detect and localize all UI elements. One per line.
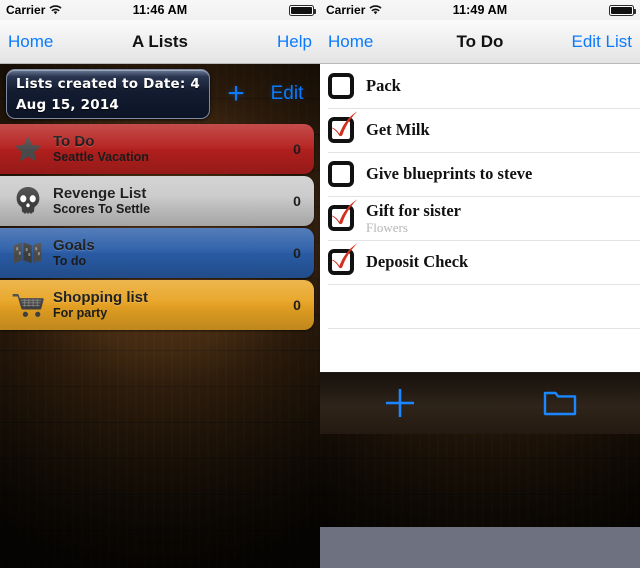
edit-lists-button[interactable]: Edit [262,83,312,105]
wifi-icon [49,5,62,15]
lists-created-badge: Lists created to Date: 4 Aug 15, 2014 [6,69,210,119]
lists-created-count-line: Lists created to Date: 4 [16,76,200,92]
dual-screenshot: Carrier 11:46 AM Home A Lists Help Lists… [0,0,640,568]
list-row-title: To Do [53,133,95,150]
check-mark-icon [332,243,358,269]
list-row-title: Goals [53,237,95,254]
list-row-count: 0 [293,141,301,157]
lists-toolbar: Lists created to Date: 4 Aug 15, 2014 + … [0,64,320,124]
list-row-text: Revenge List Scores To Settle [48,185,280,217]
battery-full-icon [289,4,316,16]
status-bar-time: 11:46 AM [132,3,188,17]
home-button-left[interactable]: Home [8,32,94,52]
list-row-subtitle: To do [53,254,87,268]
task-row[interactable]: Pack [320,64,640,108]
task-text: Get Milk [358,121,640,139]
status-bar-left: Carrier 11:46 AM [0,0,320,20]
task-title: Get Milk [366,121,430,139]
status-bar-time-right: 11:49 AM [452,3,508,17]
help-button[interactable]: Help [226,32,312,52]
nav-bar-left: Home A Lists Help [0,20,320,64]
task-title: Give blueprints to steve [366,165,533,183]
task-subtitle: Flowers [366,219,408,235]
status-bar-right-group [222,4,316,16]
list-row-subtitle: Scores To Settle [53,202,151,216]
left-panel-a-lists: Carrier 11:46 AM Home A Lists Help Lists… [0,0,320,568]
page-title-right: To Do [456,31,504,51]
task-row-empty[interactable] [320,284,640,328]
list-row-count: 0 [293,297,301,313]
battery-full-icon-right [609,4,636,16]
task-text: Give blueprints to steve [358,165,640,183]
map-icon [8,236,48,270]
list-row[interactable]: Revenge List Scores To Settle 0 [0,176,314,226]
page-title-left: A Lists [131,31,189,51]
check-mark-icon [332,111,358,137]
checkbox-checked[interactable] [328,199,358,233]
status-bar-right-group-right [542,4,636,16]
lists-container: To Do Seattle Vacation 0 Revenge List Scores… [0,124,320,330]
list-row-text: To Do Seattle Vacation [48,133,280,165]
list-row[interactable]: To Do Seattle Vacation 0 [0,124,314,174]
check-mark-icon [332,199,358,225]
carrier-label-right: Carrier [326,3,366,17]
star-icon [8,132,48,166]
task-row[interactable]: Gift for sister Flowers [320,196,640,240]
edit-list-button[interactable]: Edit List [546,32,632,52]
list-row-title: Shopping list [53,289,148,306]
add-task-button[interactable] [320,386,480,420]
shopping-cart-icon [8,288,48,322]
list-row-title: Revenge List [53,185,147,202]
list-row[interactable]: Goals To do 0 [0,228,314,278]
nav-bar-right: Home To Do Edit List [320,20,640,64]
bottom-toolbar [320,372,640,434]
plus-icon [383,386,417,420]
list-row[interactable]: Shopping list For party 0 [0,280,314,330]
wifi-icon-right [369,5,382,15]
checkbox-checked[interactable] [328,111,358,145]
list-row-count: 0 [293,193,301,209]
task-row[interactable]: Deposit Check [320,240,640,284]
task-title: Gift for sister [366,201,461,220]
task-title: Deposit Check [366,253,469,271]
task-row[interactable]: Give blueprints to steve [320,152,640,196]
home-button-right[interactable]: Home [328,32,414,52]
status-bar-carrier-group-right: Carrier [326,3,418,17]
list-row-text: Goals To do [48,237,280,269]
list-row-count: 0 [293,245,301,261]
task-row-empty[interactable] [320,328,640,372]
add-list-button[interactable]: + [210,79,262,109]
task-list: Pack Get Milk Give blueprints to steve Gift… [320,64,640,372]
task-row[interactable]: Get Milk [320,108,640,152]
lists-created-date-line: Aug 15, 2014 [16,97,120,113]
folder-icon [543,389,577,417]
task-text: Deposit Check [358,253,640,271]
home-indicator-strip [320,527,640,568]
checkbox-unchecked[interactable] [328,159,358,189]
checkbox-unchecked[interactable] [328,71,358,101]
folder-button[interactable] [480,389,640,417]
carrier-label: Carrier [6,3,46,17]
right-panel-to-do: Carrier 11:49 AM Home To Do Edit List Pa… [320,0,640,568]
checkbox-checked[interactable] [328,243,358,277]
list-row-subtitle: For party [53,306,108,320]
task-text: Gift for sister Flowers [358,202,640,235]
status-bar-carrier-group: Carrier [6,3,98,17]
list-row-text: Shopping list For party [48,289,280,321]
task-title: Pack [366,77,401,95]
status-bar-right: Carrier 11:49 AM [320,0,640,20]
task-text: Pack [358,77,640,95]
skull-icon [8,184,48,218]
list-row-subtitle: Seattle Vacation [53,150,149,164]
